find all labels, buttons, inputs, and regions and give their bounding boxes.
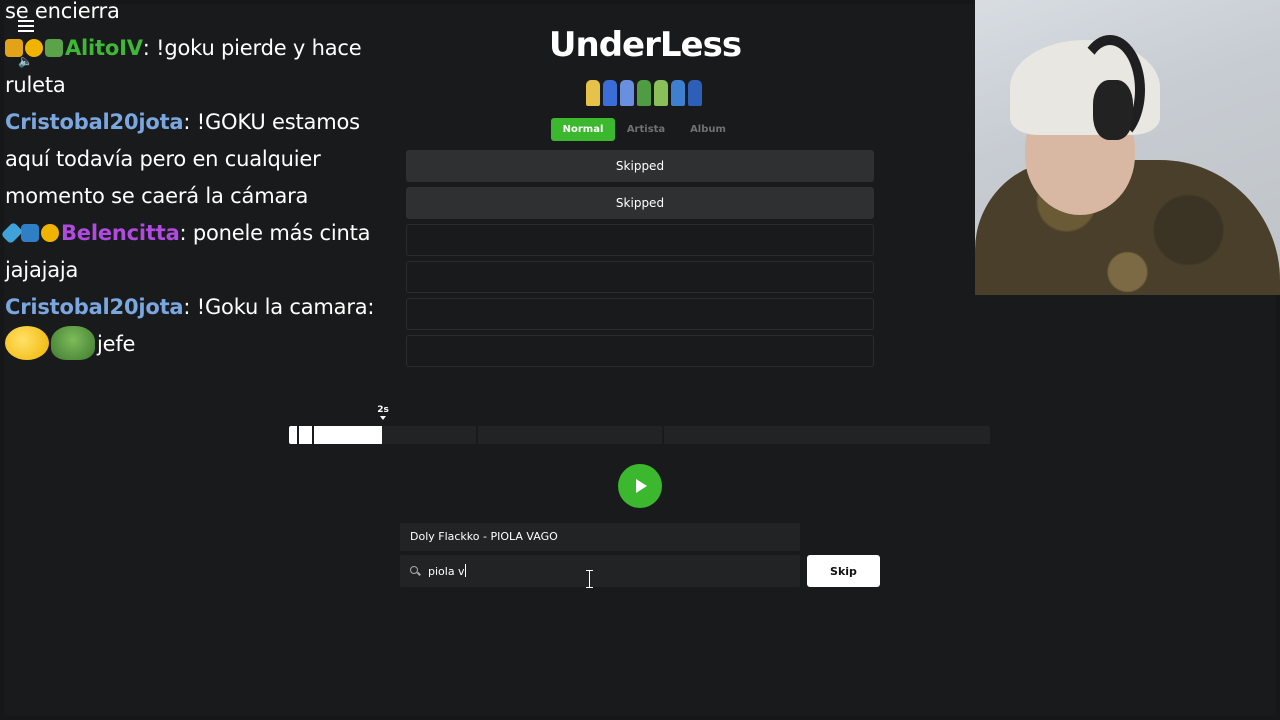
guess-row (406, 224, 874, 256)
chat-line: Cristobal20jota: !GOKU estamos (5, 104, 395, 141)
timer-marker: 2s (377, 405, 389, 420)
webcam-feed (975, 0, 1280, 295)
search-input[interactable] (428, 555, 788, 587)
speaker-icon[interactable]: 🔈 (18, 54, 33, 68)
chat-message: : !GOKU estamos (183, 110, 360, 134)
skip-button[interactable]: Skip (807, 555, 880, 587)
pepe-emote-icon (51, 326, 95, 360)
guess-row (406, 261, 874, 293)
autocomplete-suggestion[interactable]: Doly Flackko - PIOLA VAGO (400, 523, 800, 551)
thinking-emote-icon (5, 326, 49, 360)
chat-message: : ponele más cinta (179, 221, 371, 245)
character-sprites (586, 72, 706, 106)
progress-fill (289, 426, 383, 444)
menu-icon[interactable] (18, 20, 34, 32)
chat-message: jajajaja (5, 258, 79, 282)
chat-line: momento se caerá la cámara (5, 178, 395, 215)
text-caret (465, 564, 466, 577)
headset-earcup (1093, 80, 1133, 140)
chat-message: jefe (97, 332, 136, 356)
chat-line: jajajaja (5, 252, 395, 289)
chat-overlay: se encierra AlitoIV: !goku pierde y hace… (0, 0, 395, 363)
chat-message: ruleta (5, 73, 66, 97)
segment-divider (312, 426, 314, 444)
chat-message: : !Goku la camara: (183, 295, 375, 319)
segment-divider (297, 426, 299, 444)
chat-username[interactable]: AlitoIV (65, 36, 143, 60)
creeper-badge-icon (45, 39, 63, 57)
sprite-icon (671, 80, 685, 106)
chat-line: Cristobal20jota: !Goku la camara: (5, 289, 395, 326)
guess-row (406, 298, 874, 330)
segment-divider (662, 426, 664, 444)
search-box[interactable] (400, 555, 800, 587)
chat-line: jefe (5, 326, 395, 363)
grid-badge-icon (21, 224, 39, 242)
chat-username[interactable]: Cristobal20jota (5, 110, 184, 134)
play-button[interactable] (618, 464, 662, 508)
coin-badge-icon (41, 224, 59, 242)
guess-row: Skipped (406, 187, 874, 219)
chat-username[interactable]: Belencitta (61, 221, 180, 245)
text-cursor-icon (586, 570, 593, 588)
tab-artista[interactable]: Artista (615, 118, 677, 141)
sprite-icon (654, 80, 668, 106)
sword-badge-icon (0, 221, 24, 245)
chat-line: AlitoIV: !goku pierde y hace (5, 30, 395, 67)
sprite-icon (637, 80, 651, 106)
sprite-icon (603, 80, 617, 106)
chat-message: : !goku pierde y hace (142, 36, 362, 60)
sprite-icon (688, 80, 702, 106)
guess-list: Skipped Skipped (406, 150, 874, 372)
tab-album[interactable]: Album (677, 118, 739, 141)
chat-line: aquí todavía pero en cualquier (5, 141, 395, 178)
segment-divider (476, 426, 478, 444)
tab-normal[interactable]: Normal (551, 118, 615, 141)
chat-message: momento se caerá la cámara (5, 184, 309, 208)
mode-tabs: Normal Artista Album (551, 118, 739, 141)
search-icon (410, 566, 418, 574)
chat-message: aquí todavía pero en cualquier (5, 147, 321, 171)
guess-row (406, 335, 874, 367)
chat-line: Belencitta: ponele más cinta (0, 215, 395, 252)
sprite-icon (586, 80, 600, 106)
audio-progress-bar[interactable] (289, 426, 990, 444)
guess-row: Skipped (406, 150, 874, 182)
chat-line: ruleta (5, 67, 395, 104)
chat-username[interactable]: Cristobal20jota (5, 295, 184, 319)
sprite-icon (620, 80, 634, 106)
game-title: UnderLess (548, 25, 742, 65)
chat-line: se encierra (5, 0, 395, 30)
